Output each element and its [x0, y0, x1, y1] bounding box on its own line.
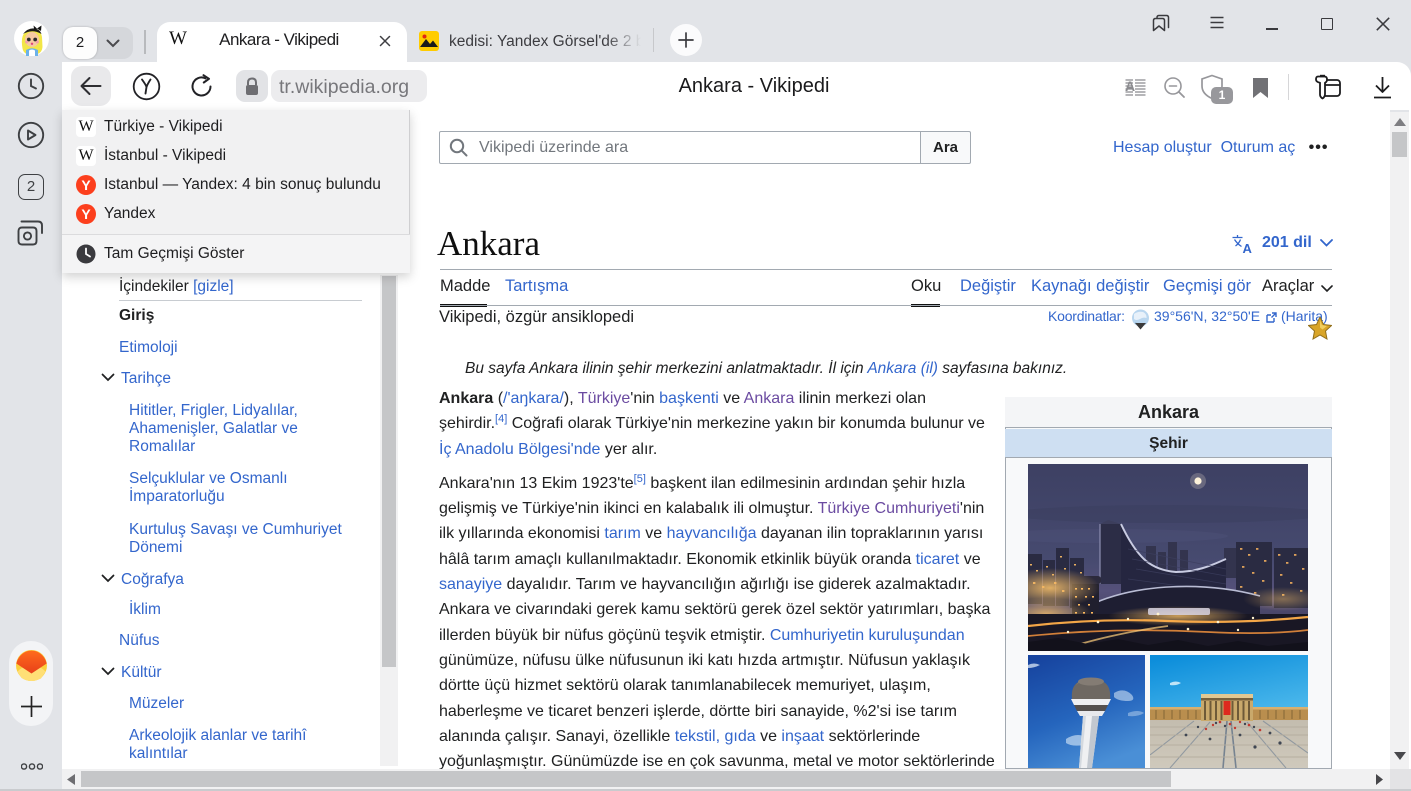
svg-text:A: A [1125, 78, 1135, 94]
svg-text:A: A [1243, 241, 1253, 253]
